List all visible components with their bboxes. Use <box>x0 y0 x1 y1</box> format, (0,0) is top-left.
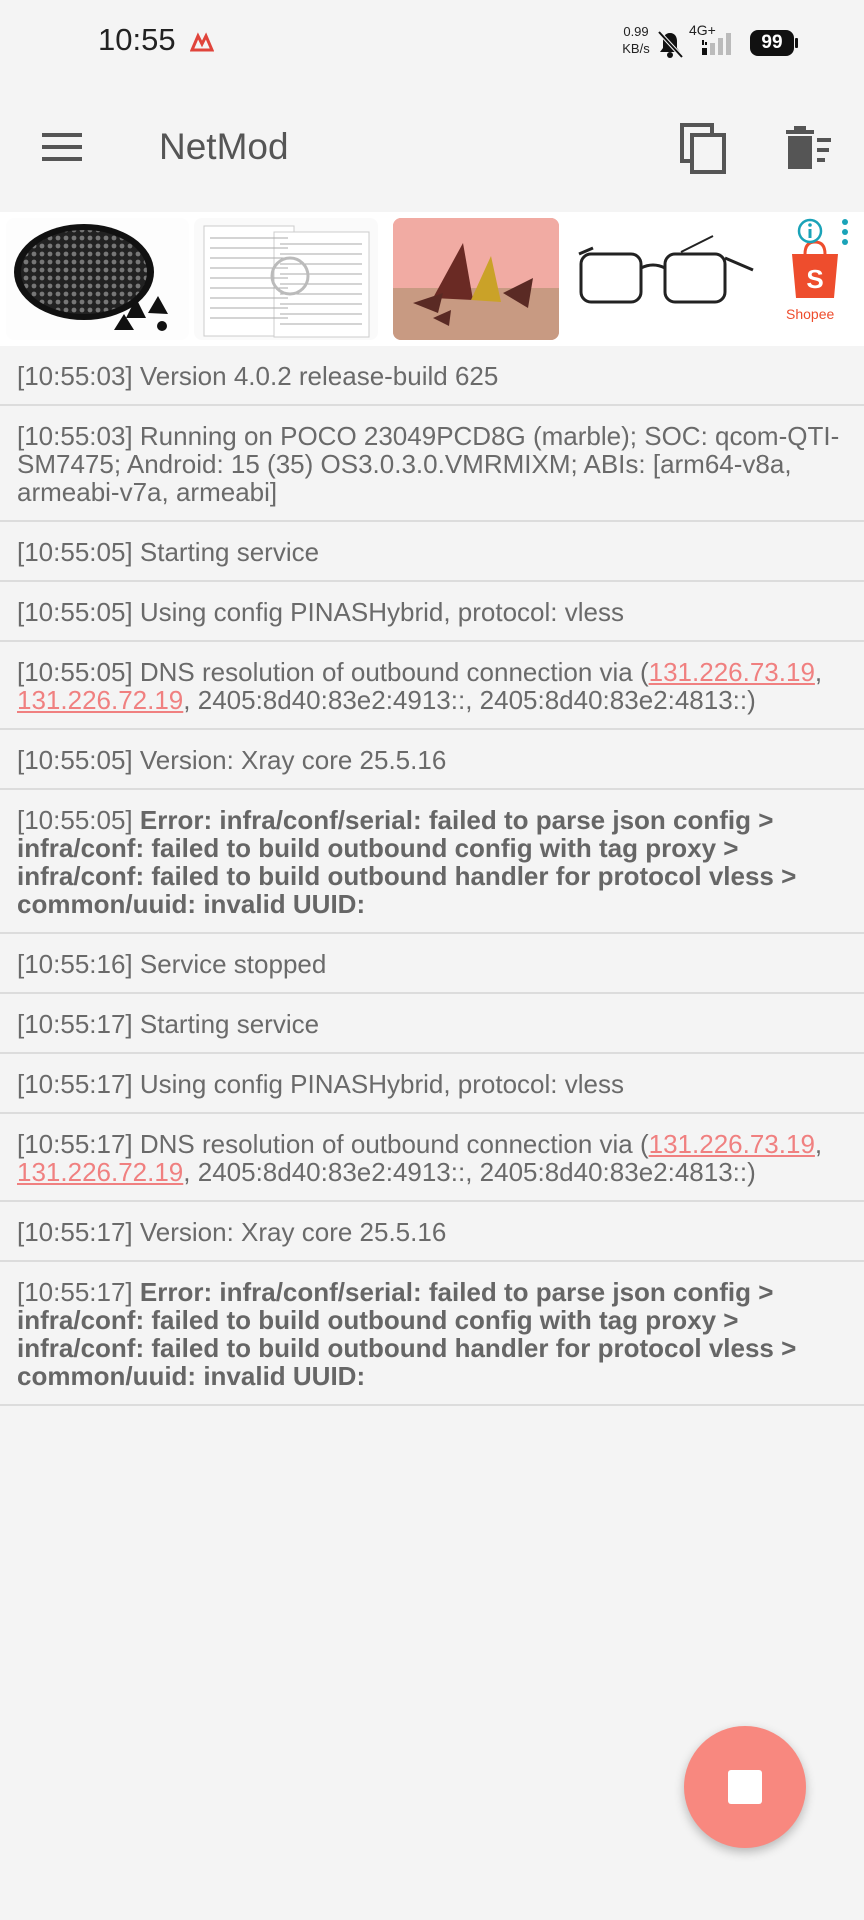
log-entry: [10:55:03] Running on POCO 23049PCD8G (m… <box>0 406 864 522</box>
log-list: [10:55:03] Version 4.0.2 release-build 6… <box>0 346 864 1406</box>
log-time: [10:55:05] <box>17 657 133 687</box>
log-entry-error: [10:55:17] Error: infra/conf/serial: fai… <box>0 1262 864 1406</box>
menu-icon[interactable] <box>40 130 84 164</box>
log-error-text: Error: infra/conf/serial: failed to pars… <box>17 805 797 919</box>
ip-link[interactable]: 131.226.73.19 <box>649 657 815 687</box>
log-time: [10:55:03] <box>17 421 133 451</box>
log-text: Using config PINASHybrid, protocol: vles… <box>132 597 624 627</box>
stop-icon <box>728 1770 762 1804</box>
log-time: [10:55:17] <box>17 1129 133 1159</box>
log-entry: [10:55:17] Using config PINASHybrid, pro… <box>0 1054 864 1114</box>
ip-link[interactable]: 131.226.72.19 <box>17 685 183 715</box>
network-speed-unit: KB/s <box>622 41 650 56</box>
network-speed: 0.99 KB/s <box>616 23 656 57</box>
log-entry: [10:55:03] Version 4.0.2 release-build 6… <box>0 346 864 406</box>
app-title: NetMod <box>159 126 289 167</box>
ip-link[interactable]: 131.226.73.19 <box>649 1129 815 1159</box>
log-separator: , <box>814 657 823 687</box>
network-speed-value: 0.99 <box>623 24 649 39</box>
log-text-rest: , 2405:8d40:83e2:4913::, 2405:8d40:83e2:… <box>183 685 756 715</box>
ad-product-clips[interactable] <box>393 218 559 340</box>
log-text: Running on POCO 23049PCD8G (marble); SOC… <box>17 421 840 507</box>
clear-log-icon[interactable] <box>783 124 833 172</box>
log-entry: [10:55:17] DNS resolution of outbound co… <box>0 1114 864 1202</box>
log-error-text: Error: infra/conf/serial: failed to pars… <box>17 1277 797 1391</box>
log-text-rest: , 2405:8d40:83e2:4913::, 2405:8d40:83e2:… <box>183 1157 756 1187</box>
log-text: Version: Xray core 25.5.16 <box>132 745 447 775</box>
log-text: Starting service <box>132 1009 320 1039</box>
bell-off-icon <box>657 30 684 59</box>
log-time: [10:55:16] <box>17 949 133 979</box>
app-bar: NetMod <box>0 84 864 212</box>
log-text: Starting service <box>132 537 320 567</box>
log-entry: [10:55:05] Version: Xray core 25.5.16 <box>0 730 864 790</box>
log-entry: [10:55:17] Version: Xray core 25.5.16 <box>0 1202 864 1262</box>
copy-icon[interactable] <box>678 122 728 174</box>
ad-product-eyeglasses[interactable] <box>573 218 757 340</box>
log-entry: [10:55:17] Starting service <box>0 994 864 1054</box>
log-entry: [10:55:05] Using config PINASHybrid, pro… <box>0 582 864 642</box>
log-time: [10:55:05] <box>17 537 133 567</box>
log-text: Service stopped <box>132 949 327 979</box>
ad-product-speaker-grill[interactable] <box>6 218 189 340</box>
log-text: DNS resolution of outbound connection vi… <box>132 1129 649 1159</box>
log-entry: [10:55:05] Starting service <box>0 522 864 582</box>
log-time: [10:55:05] <box>17 805 133 835</box>
log-time: [10:55:17] <box>17 1277 133 1307</box>
battery-indicator: 99 <box>750 30 794 56</box>
log-time: [10:55:05] <box>17 597 133 627</box>
svg-text:S: S <box>806 264 823 294</box>
log-time: [10:55:17] <box>17 1217 133 1247</box>
log-time: [10:55:05] <box>17 745 133 775</box>
ad-brand-label: Shopee <box>786 306 835 322</box>
log-time: [10:55:17] <box>17 1009 133 1039</box>
log-separator: , <box>814 1129 823 1159</box>
ad-banner[interactable]: S Shopee <box>0 212 864 346</box>
log-entry-error: [10:55:05] Error: infra/conf/serial: fai… <box>0 790 864 934</box>
log-text: DNS resolution of outbound connection vi… <box>132 657 649 687</box>
battery-tip <box>795 38 798 48</box>
signal-icon <box>702 33 731 55</box>
log-entry: [10:55:16] Service stopped <box>0 934 864 994</box>
log-text: Using config PINASHybrid, protocol: vles… <box>132 1069 624 1099</box>
log-time: [10:55:17] <box>17 1069 133 1099</box>
ad-product-document[interactable] <box>194 218 378 340</box>
status-bar: 10:55 0.99 KB/s 4G+ 99 <box>0 0 864 84</box>
log-entry: [10:55:05] DNS resolution of outbound co… <box>0 642 864 730</box>
info-icon[interactable] <box>797 218 823 244</box>
app-notification-icon <box>190 32 214 52</box>
log-text: Version: Xray core 25.5.16 <box>132 1217 447 1247</box>
ip-link[interactable]: 131.226.72.19 <box>17 1157 183 1187</box>
log-time: [10:55:03] <box>17 361 133 391</box>
stop-service-button[interactable] <box>684 1726 806 1848</box>
status-time: 10:55 <box>98 22 176 57</box>
more-vert-icon[interactable] <box>838 218 852 246</box>
log-text: Version 4.0.2 release-build 625 <box>132 361 499 391</box>
